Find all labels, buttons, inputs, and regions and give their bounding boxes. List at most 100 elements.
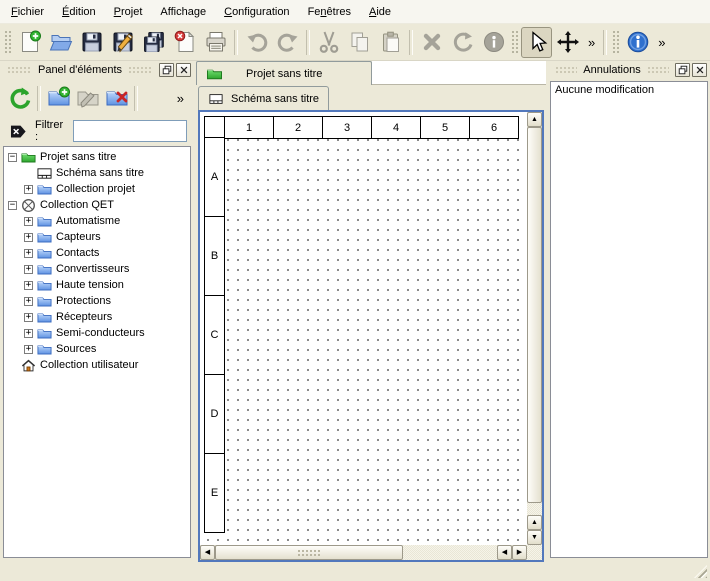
scroll-left-button-right[interactable]: ◀ bbox=[497, 545, 512, 560]
properties-button[interactable] bbox=[478, 27, 509, 58]
scroll-up-button-bottom[interactable]: ▲ bbox=[527, 515, 542, 530]
tree-item-protections[interactable]: +Protections bbox=[4, 293, 190, 309]
new-category-button[interactable] bbox=[44, 84, 73, 113]
toolbar-handle[interactable] bbox=[612, 30, 620, 54]
menu-item-aide[interactable]: Aide bbox=[360, 2, 400, 22]
tree-item-semi-conducteurs[interactable]: +Semi-conducteurs bbox=[4, 325, 190, 341]
move-button[interactable] bbox=[552, 27, 583, 58]
vertical-scrollbar-track[interactable] bbox=[527, 503, 542, 515]
diagram-canvas[interactable]: 123456 ABCDE bbox=[200, 112, 527, 545]
new-document-button[interactable] bbox=[14, 27, 45, 58]
toolbar-overflow-chevron[interactable]: » bbox=[653, 35, 670, 50]
tree-item-collection-projet[interactable]: +Collection projet bbox=[4, 181, 190, 197]
toolbar-overflow-chevron[interactable]: » bbox=[583, 35, 600, 50]
tree-item-label: Contacts bbox=[56, 247, 99, 259]
schema-tab-bar: Schéma sans titre bbox=[196, 85, 546, 110]
expand-icon[interactable]: + bbox=[24, 233, 33, 242]
refresh-button[interactable] bbox=[5, 84, 34, 113]
paste-button[interactable] bbox=[375, 27, 406, 58]
elements-panel-titlebar[interactable]: Panel d'éléments bbox=[0, 61, 194, 79]
info-button[interactable] bbox=[622, 27, 653, 58]
expand-icon[interactable]: + bbox=[24, 345, 33, 354]
tree-item-projet-sans-titre[interactable]: −Projet sans titre bbox=[4, 149, 190, 165]
expand-icon[interactable]: + bbox=[24, 217, 33, 226]
tree-item-label: Capteurs bbox=[56, 231, 101, 243]
tree-item-collection-qet[interactable]: −Collection QET bbox=[4, 197, 190, 213]
undo-button[interactable] bbox=[241, 27, 272, 58]
tree-item-label: Collection utilisateur bbox=[40, 359, 138, 371]
folder-blue-icon bbox=[37, 326, 52, 341]
collapse-icon[interactable]: − bbox=[8, 201, 17, 210]
schema-tab[interactable]: Schéma sans titre bbox=[198, 86, 329, 110]
menu-item-projet[interactable]: Projet bbox=[105, 2, 152, 22]
undo-panel-close-button[interactable] bbox=[692, 63, 707, 77]
cut-button[interactable] bbox=[313, 27, 344, 58]
close-project-button[interactable] bbox=[169, 27, 200, 58]
project-tab[interactable]: Projet sans titre bbox=[196, 61, 372, 85]
menu-item-dition[interactable]: Édition bbox=[53, 2, 105, 22]
expand-icon[interactable]: + bbox=[24, 249, 33, 258]
edit-category-button[interactable] bbox=[73, 84, 102, 113]
save-as-button[interactable] bbox=[107, 27, 138, 58]
elements-panel-float-button[interactable] bbox=[159, 63, 174, 77]
cut-icon bbox=[317, 30, 341, 54]
tree-item-r-cepteurs[interactable]: +Récepteurs bbox=[4, 309, 190, 325]
folder-blue-icon bbox=[37, 246, 52, 261]
undo-list-item[interactable]: Aucune modification bbox=[551, 82, 707, 98]
scroll-up-button[interactable]: ▲ bbox=[527, 112, 542, 127]
resize-grip[interactable] bbox=[694, 565, 707, 578]
expand-icon[interactable]: + bbox=[24, 313, 33, 322]
vertical-scrollbar-thumb[interactable] bbox=[527, 127, 542, 503]
open-project-button[interactable] bbox=[45, 27, 76, 58]
copy-button[interactable] bbox=[344, 27, 375, 58]
menu-item-fentres[interactable]: Fenêtres bbox=[299, 2, 360, 22]
scroll-left-button[interactable]: ◀ bbox=[200, 545, 215, 560]
tree-item-capteurs[interactable]: + Capteurs bbox=[4, 229, 190, 245]
tree-item-sources[interactable]: +Sources bbox=[4, 341, 190, 357]
horizontal-scrollbar-track[interactable] bbox=[403, 545, 497, 560]
dock-title-texture bbox=[555, 66, 577, 74]
tree-item-contacts[interactable]: + Contacts bbox=[4, 245, 190, 261]
scroll-down-button[interactable]: ▼ bbox=[527, 530, 542, 545]
tree-item-automatisme[interactable]: +Automatisme bbox=[4, 213, 190, 229]
pointer-button[interactable] bbox=[521, 27, 552, 58]
toolbar-overflow-chevron[interactable]: » bbox=[172, 91, 189, 106]
diagram-view[interactable]: 123456 ABCDE ▲ ▲ ▼ ◀ ◀ ▶ bbox=[198, 110, 544, 562]
new-document-icon bbox=[18, 30, 42, 54]
toolbar-handle[interactable] bbox=[511, 30, 519, 54]
rotate-button[interactable] bbox=[447, 27, 478, 58]
vertical-scrollbar[interactable]: ▲ ▲ ▼ bbox=[527, 112, 542, 545]
horizontal-scrollbar[interactable]: ◀ ◀ ▶ bbox=[200, 545, 527, 560]
redo-button[interactable] bbox=[272, 27, 303, 58]
elements-tree: −Projet sans titreSchéma sans titre+Coll… bbox=[3, 146, 191, 558]
tree-item-haute-tension[interactable]: +Haute tension bbox=[4, 277, 190, 293]
clear-filter-button[interactable] bbox=[7, 120, 29, 142]
menu-item-fichier[interactable]: Fichier bbox=[2, 2, 53, 22]
undo-panel-float-button[interactable] bbox=[675, 63, 690, 77]
toolbar-handle[interactable] bbox=[4, 30, 12, 54]
delete-button[interactable] bbox=[416, 27, 447, 58]
print-button[interactable] bbox=[200, 27, 231, 58]
filter-input[interactable] bbox=[73, 120, 187, 142]
elements-panel-close-button[interactable] bbox=[176, 63, 191, 77]
tree-item-sch-ma-sans-titre[interactable]: Schéma sans titre bbox=[4, 165, 190, 181]
undo-panel-titlebar[interactable]: Annulations bbox=[548, 61, 710, 79]
column-header-row: 123456 bbox=[204, 116, 519, 139]
delete-category-button[interactable] bbox=[102, 84, 131, 113]
scrollbar-corner bbox=[527, 545, 542, 560]
horizontal-scrollbar-thumb[interactable] bbox=[215, 545, 403, 560]
expand-icon[interactable]: + bbox=[24, 329, 33, 338]
expand-icon[interactable]: + bbox=[24, 185, 33, 194]
expand-icon[interactable]: + bbox=[24, 297, 33, 306]
save-button[interactable] bbox=[76, 27, 107, 58]
menu-item-affichage[interactable]: Affichage bbox=[151, 2, 215, 22]
collapse-icon[interactable]: − bbox=[8, 153, 17, 162]
tree-item-label: Convertisseurs bbox=[56, 263, 129, 275]
expand-icon[interactable]: + bbox=[24, 265, 33, 274]
tree-item-collection-utilisateur[interactable]: Collection utilisateur bbox=[4, 357, 190, 373]
scroll-right-button[interactable]: ▶ bbox=[512, 545, 527, 560]
expand-icon[interactable]: + bbox=[24, 281, 33, 290]
tree-item-convertisseurs[interactable]: + Convertisseurs bbox=[4, 261, 190, 277]
menu-item-configuration[interactable]: Configuration bbox=[215, 2, 298, 22]
save-all-button[interactable] bbox=[138, 27, 169, 58]
